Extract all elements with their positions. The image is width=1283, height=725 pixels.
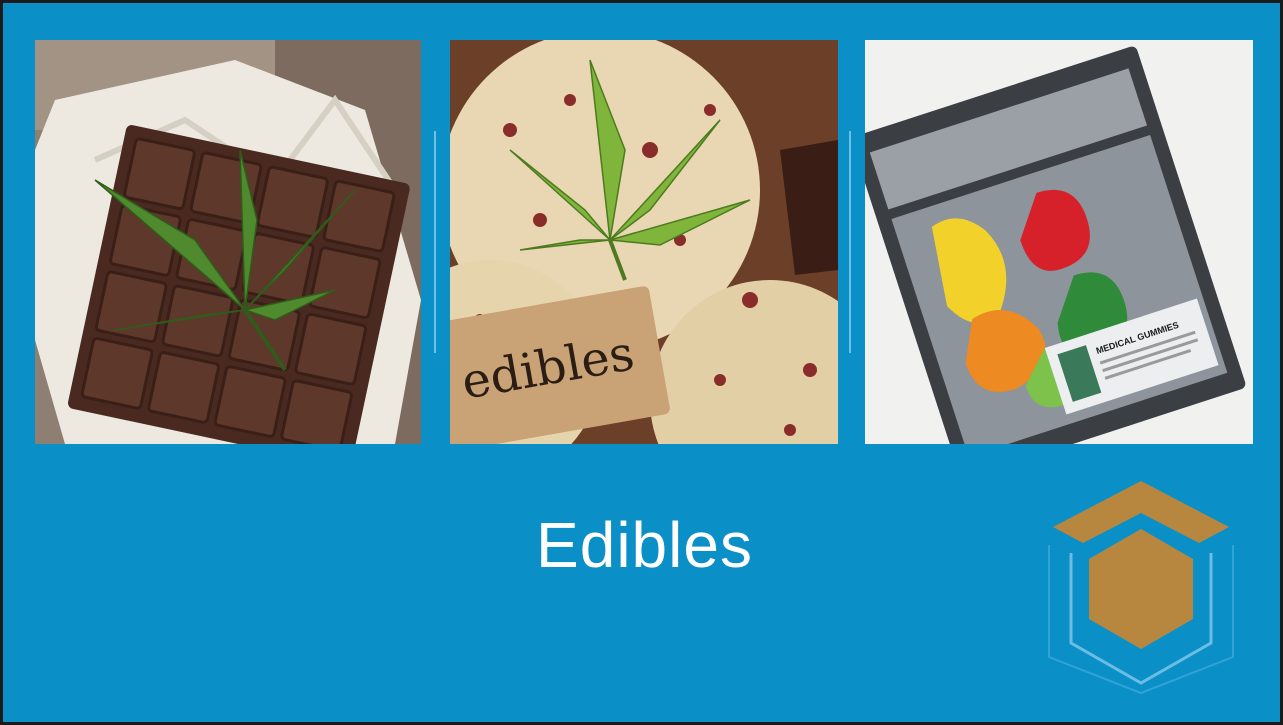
gummies-photo: MEDICAL GUMMIES bbox=[865, 40, 1253, 444]
chocolate-bar-photo bbox=[35, 40, 421, 444]
cookies-image: edibles bbox=[450, 40, 838, 444]
hexagon-logo-svg bbox=[1048, 481, 1234, 695]
divider-right bbox=[849, 131, 851, 353]
gummies-image: MEDICAL GUMMIES bbox=[865, 40, 1253, 444]
cookies-photo: edibles bbox=[450, 40, 838, 444]
chocolate-bar-image bbox=[35, 40, 421, 444]
hexagon-logo-icon bbox=[1039, 477, 1244, 697]
divider-left bbox=[434, 131, 436, 353]
logo-center-hexagon bbox=[1089, 529, 1193, 649]
slide: edibles MEDICAL GUMMIES Edibles bbox=[0, 0, 1283, 725]
